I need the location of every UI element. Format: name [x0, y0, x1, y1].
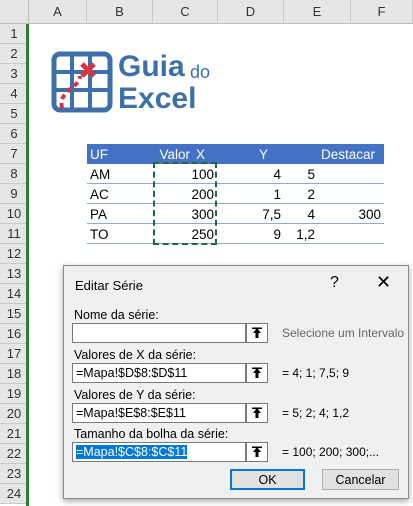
logo-text-do: do: [190, 62, 211, 82]
column-header-a[interactable]: A: [29, 0, 87, 24]
row-header-23[interactable]: 23: [0, 464, 29, 484]
ok-button[interactable]: OK: [230, 469, 305, 490]
row-header-10[interactable]: 10: [0, 204, 29, 224]
row-header-6[interactable]: 6: [0, 124, 29, 144]
header-valor[interactable]: Valor: [153, 144, 193, 164]
row-header-16[interactable]: 16: [0, 324, 29, 344]
column-header-f[interactable]: F: [351, 0, 413, 24]
cell-uf[interactable]: AC: [87, 184, 153, 204]
row-header-11[interactable]: 11: [0, 224, 29, 244]
y-values-input[interactable]: =Mapa!$E$8:$E$11: [72, 403, 246, 423]
select-all-corner[interactable]: [0, 0, 29, 24]
cell-y[interactable]: 5: [284, 164, 318, 184]
row-header-3[interactable]: 3: [0, 64, 29, 84]
series-name-input[interactable]: [72, 323, 246, 343]
row-header-21[interactable]: 21: [0, 424, 29, 444]
x-values-result: = 4; 1; 7,5; 9: [282, 366, 350, 380]
row-header-2[interactable]: 2: [0, 44, 29, 64]
logo-text-excel: Excel: [118, 82, 197, 115]
cell-x[interactable]: 4: [218, 164, 284, 184]
row-header-19[interactable]: 19: [0, 384, 29, 404]
row-header-15[interactable]: 15: [0, 304, 29, 324]
row-header-20[interactable]: 20: [0, 404, 29, 424]
x-values-label: Valores de X da série:: [74, 348, 197, 362]
header-uf[interactable]: UF: [87, 144, 153, 164]
bubble-size-input[interactable]: =Mapa!$C$8:$C$11: [72, 442, 246, 462]
row-header-12[interactable]: 12: [0, 244, 29, 264]
column-header-e[interactable]: E: [284, 0, 351, 24]
cell-x[interactable]: 9: [218, 224, 284, 244]
x-values-range-button[interactable]: [246, 363, 268, 383]
cell-destacar[interactable]: [318, 184, 384, 204]
range-select-icon: [252, 327, 262, 338]
cell-uf[interactable]: AM: [87, 164, 153, 184]
row-header-13[interactable]: 13: [0, 264, 29, 284]
y-values-range-button[interactable]: [246, 403, 268, 423]
y-values-result: = 5; 2; 4; 1,2: [282, 406, 350, 420]
logo-grid-icon: [51, 51, 113, 113]
row-header-22[interactable]: 22: [0, 444, 29, 464]
cell-uf[interactable]: TO: [87, 224, 153, 244]
column-header-c[interactable]: C: [153, 0, 218, 24]
row-header-1[interactable]: 1: [0, 24, 29, 44]
cell-destacar[interactable]: [318, 224, 384, 244]
cell-destacar[interactable]: [318, 164, 384, 184]
row-header-17[interactable]: 17: [0, 344, 29, 364]
cell-x[interactable]: 7,5: [218, 204, 284, 224]
header-x[interactable]: X: [193, 144, 223, 164]
bubble-size-label: Tamanho da bolha da série:: [74, 427, 229, 441]
x-values-input[interactable]: =Mapa!$D$8:$D$11: [72, 363, 246, 383]
column-header-d[interactable]: D: [218, 0, 284, 24]
dialog-title: Editar Série: [75, 278, 143, 293]
row-header-9[interactable]: 9: [0, 184, 29, 204]
row-header-8[interactable]: 8: [0, 164, 29, 184]
row-header-14[interactable]: 14: [0, 284, 29, 304]
row-header-4[interactable]: 4: [0, 84, 29, 104]
guia-do-excel-logo: Guia do Excel: [50, 48, 210, 118]
cell-uf[interactable]: PA: [87, 204, 153, 224]
range-select-icon: [252, 407, 262, 418]
column-header-b[interactable]: B: [87, 0, 153, 24]
cell-y[interactable]: 1,2: [284, 224, 318, 244]
cell-destacar[interactable]: 300: [318, 204, 384, 224]
series-name-range-button[interactable]: [246, 323, 268, 343]
active-column-indicator: [26, 24, 29, 506]
row-header-24[interactable]: 24: [0, 484, 29, 504]
y-values-label: Valores de Y da série:: [74, 388, 196, 402]
row-header-18[interactable]: 18: [0, 364, 29, 384]
header-destacar[interactable]: Destacar: [318, 144, 384, 164]
bubble-size-range-button[interactable]: [246, 442, 268, 462]
range-select-icon: [252, 367, 262, 378]
close-icon[interactable]: ✕: [376, 272, 391, 293]
row-header-5[interactable]: 5: [0, 104, 29, 124]
cell-x[interactable]: 1: [218, 184, 284, 204]
help-icon[interactable]: ?: [330, 274, 339, 292]
bubble-size-result: = 100; 200; 300;...: [282, 445, 380, 459]
edit-series-dialog: Editar Série ? ✕ Nome da série: Selecion…: [63, 265, 409, 499]
range-select-icon: [252, 446, 262, 457]
cell-y[interactable]: 4: [284, 204, 318, 224]
cell-y[interactable]: 2: [284, 184, 318, 204]
cancel-button[interactable]: Cancelar: [322, 469, 399, 490]
logo-text-guia: Guia: [118, 50, 185, 83]
row-header-7[interactable]: 7: [0, 144, 29, 164]
header-y[interactable]: Y: [256, 144, 286, 164]
series-name-hint: Selecione um Intervalo: [282, 326, 405, 340]
selection-marquee: [153, 162, 217, 245]
series-name-label: Nome da série:: [74, 308, 159, 322]
bubble-size-selected-text: =Mapa!$C$8:$C$11: [76, 445, 188, 459]
